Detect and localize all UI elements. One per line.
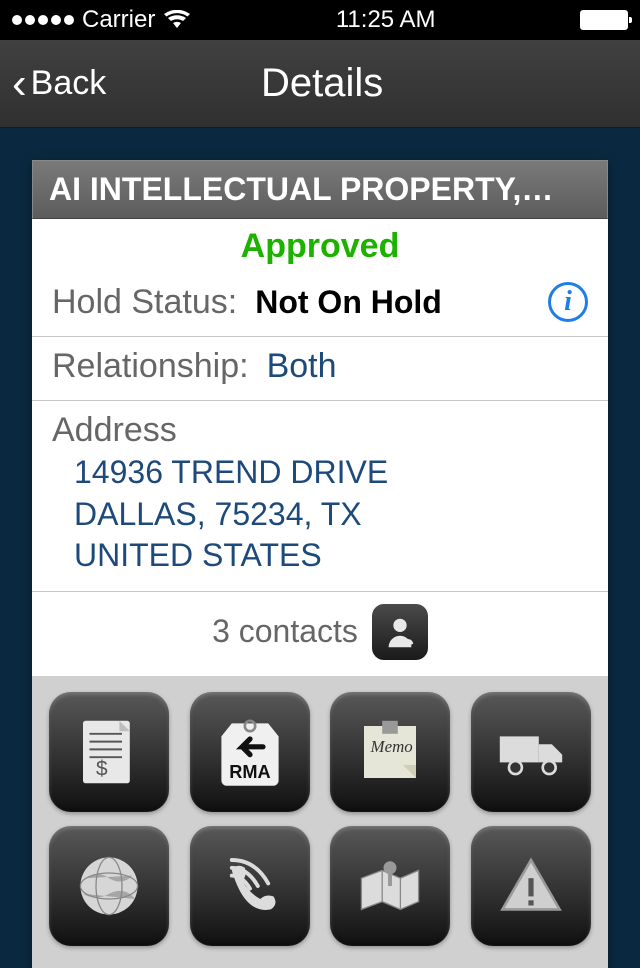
- company-title: AI INTELLECTUAL PROPERTY,…: [32, 160, 608, 219]
- relationship-label: Relationship:: [52, 347, 249, 386]
- address-section: Address 14936 TREND DRIVE DALLAS, 75234,…: [32, 401, 608, 592]
- invoice-button[interactable]: $: [49, 692, 169, 812]
- alert-icon: [492, 847, 570, 925]
- chevron-left-icon: ‹: [12, 62, 27, 106]
- map-marker-icon: [351, 847, 429, 925]
- signal-icon: [12, 15, 74, 25]
- page-title: Details: [106, 61, 538, 106]
- nav-bar: ‹ Back Details: [0, 40, 640, 128]
- contacts-row[interactable]: 3 contacts: [32, 592, 608, 676]
- status-time: 11:25 AM: [191, 6, 580, 34]
- globe-icon: [70, 847, 148, 925]
- call-log-icon: [211, 847, 289, 925]
- carrier-label: Carrier: [82, 6, 155, 34]
- svg-text:$: $: [96, 757, 108, 780]
- website-button[interactable]: [49, 826, 169, 946]
- svg-text:RMA: RMA: [229, 762, 270, 782]
- battery-icon: [580, 10, 628, 30]
- address-label: Address: [52, 411, 588, 450]
- address-value[interactable]: 14936 TREND DRIVE DALLAS, 75234, TX UNIT…: [52, 450, 588, 577]
- status-right: [580, 10, 628, 30]
- rma-icon: RMA: [211, 713, 289, 791]
- shipping-button[interactable]: [471, 692, 591, 812]
- rma-button[interactable]: RMA: [190, 692, 310, 812]
- back-button[interactable]: ‹ Back: [12, 62, 106, 106]
- hold-status-label: Hold Status:: [52, 283, 237, 322]
- call-log-button[interactable]: [190, 826, 310, 946]
- alerts-button[interactable]: [471, 826, 591, 946]
- relationship-row: Relationship: Both: [32, 337, 608, 401]
- action-icons: $ RMA Memo: [32, 676, 608, 968]
- hold-status-row: Hold Status: Not On Hold i: [32, 272, 608, 337]
- contacts-count: 3 contacts: [212, 613, 358, 650]
- hold-status-value: Not On Hold: [255, 284, 442, 321]
- back-label: Back: [31, 64, 107, 103]
- map-button[interactable]: [330, 826, 450, 946]
- relationship-value[interactable]: Both: [267, 347, 337, 386]
- memo-button[interactable]: Memo: [330, 692, 450, 812]
- status-left: Carrier: [12, 6, 191, 34]
- address-line-1: 14936 TREND DRIVE: [74, 452, 588, 494]
- address-line-3: UNITED STATES: [74, 535, 588, 577]
- address-line-2: DALLAS, 75234, TX: [74, 494, 588, 536]
- approval-status: Approved: [32, 219, 608, 272]
- invoice-icon: $: [70, 713, 148, 791]
- memo-icon: Memo: [351, 713, 429, 791]
- details-card: AI INTELLECTUAL PROPERTY,… Approved Hold…: [32, 160, 608, 968]
- status-bar: Carrier 11:25 AM: [0, 0, 640, 40]
- truck-icon: [492, 713, 570, 791]
- contacts-icon: [372, 604, 428, 660]
- wifi-icon: [163, 10, 191, 30]
- svg-text:Memo: Memo: [370, 737, 413, 756]
- info-icon[interactable]: i: [548, 282, 588, 322]
